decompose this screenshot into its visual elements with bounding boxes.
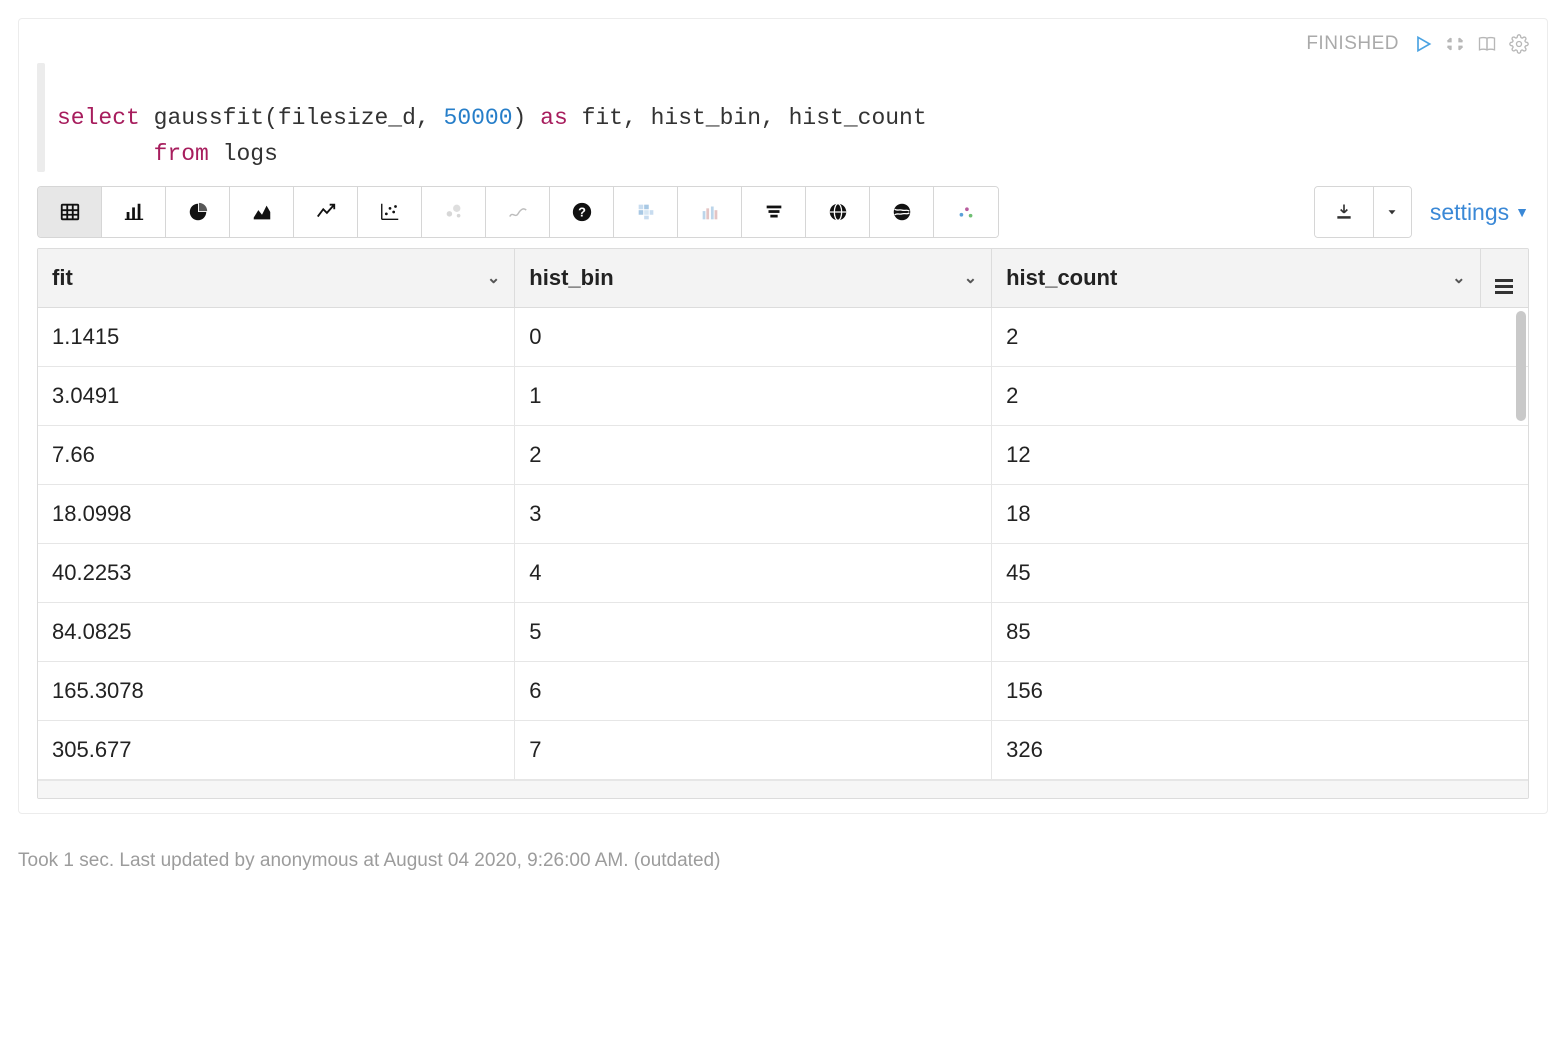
viz-bar-button[interactable]: [102, 187, 166, 237]
cell: 305.677: [38, 721, 515, 780]
horizontal-scrollbar[interactable]: [38, 780, 1528, 798]
column-label: fit: [52, 265, 73, 290]
viz-scatter-button[interactable]: [358, 187, 422, 237]
column-header-hist-count[interactable]: hist_count ⌄: [992, 249, 1480, 308]
settings-link[interactable]: settings ▼: [1430, 199, 1529, 226]
cell: 7.66: [38, 426, 515, 485]
table-row: 305.6777326: [38, 721, 1528, 780]
cell: 165.3078: [38, 662, 515, 721]
table-row: 84.0825585: [38, 603, 1528, 662]
hamburger-icon: [1481, 279, 1529, 294]
table-header-row: fit ⌄ hist_bin ⌄ hist_count ⌄: [38, 249, 1528, 308]
column-header-hist-bin[interactable]: hist_bin ⌄: [515, 249, 992, 308]
viz-cluster-button[interactable]: [934, 187, 998, 237]
cell: 2: [992, 367, 1528, 426]
cell: 45: [992, 544, 1528, 603]
viz-pie-button[interactable]: [166, 187, 230, 237]
table-row: 1.141502: [38, 308, 1528, 367]
table-row: 7.66212: [38, 426, 1528, 485]
viz-trend-button[interactable]: [486, 187, 550, 237]
cell: 156: [992, 662, 1528, 721]
download-group: [1314, 186, 1412, 238]
svg-text:?: ?: [578, 205, 586, 220]
result-toolbar: ?: [19, 186, 1547, 248]
sql-number: 50000: [444, 105, 513, 131]
result-table-wrap: fit⌄ hist_bin⌄ hist_count⌄ 1.141502 3.04…: [37, 248, 1529, 799]
sql-keyword: as: [540, 105, 568, 131]
viz-table-button[interactable]: [38, 187, 102, 237]
sql-keyword: select: [57, 105, 140, 131]
cell: 5: [515, 603, 992, 662]
cell: 0: [515, 308, 992, 367]
cell: 1: [515, 367, 992, 426]
cell: 3.0491: [38, 367, 515, 426]
cell: 7: [515, 721, 992, 780]
download-caret[interactable]: [1373, 187, 1411, 237]
chevron-down-icon: ⌄: [1452, 268, 1465, 288]
cell: 85: [992, 603, 1528, 662]
viz-type-group: ?: [37, 186, 999, 238]
status-label: FINISHED: [1306, 33, 1399, 55]
column-label: hist_count: [1006, 265, 1117, 290]
viz-heatmap-button[interactable]: [614, 187, 678, 237]
execution-info: Took 1 sec. Last updated by anonymous at…: [18, 814, 1548, 882]
notebook-paragraph: FINISHED: [18, 18, 1548, 814]
sql-alias: fit: [582, 105, 623, 131]
table-row: 18.0998318: [38, 485, 1528, 544]
viz-line-button[interactable]: [294, 187, 358, 237]
cell: 6: [515, 662, 992, 721]
sql-ident: hist_bin: [651, 105, 761, 131]
viz-globe-button[interactable]: [806, 187, 870, 237]
result-table: fit⌄ hist_bin⌄ hist_count⌄ 1.141502 3.04…: [38, 249, 1528, 780]
run-icon[interactable]: [1413, 34, 1433, 54]
cell: 84.0825: [38, 603, 515, 662]
cell: 40.2253: [38, 544, 515, 603]
chevron-down-icon: ⌄: [487, 268, 500, 288]
gear-icon[interactable]: [1509, 34, 1529, 54]
cell: 4: [515, 544, 992, 603]
cell: 2: [515, 426, 992, 485]
column-label: hist_bin: [529, 265, 613, 290]
cell: 18: [992, 485, 1528, 544]
cell: 1.1415: [38, 308, 515, 367]
viz-help-button[interactable]: ?: [550, 187, 614, 237]
sql-keyword: from: [154, 141, 209, 167]
settings-label: settings: [1430, 199, 1509, 226]
download-button[interactable]: [1315, 187, 1373, 237]
viz-funnel-button[interactable]: [742, 187, 806, 237]
paragraph-header: FINISHED: [19, 19, 1547, 55]
collapse-icon[interactable]: [1445, 34, 1465, 54]
column-header-fit[interactable]: fit ⌄: [38, 249, 515, 308]
cell: 18.0998: [38, 485, 515, 544]
chevron-down-icon: ▼: [1515, 204, 1529, 220]
code-editor[interactable]: select gaussfit(filesize_d, 50000) as fi…: [19, 55, 1547, 186]
sql-table: logs: [223, 141, 278, 167]
vertical-scrollbar[interactable]: [1516, 311, 1526, 421]
table-body: 1.141502 3.049112 7.66212 18.0998318 40.…: [38, 308, 1528, 780]
sql-ident: filesize_d: [278, 105, 416, 131]
header-controls: [1413, 34, 1529, 54]
table-row: 40.2253445: [38, 544, 1528, 603]
editor-gutter: [37, 63, 45, 172]
viz-globe2-button[interactable]: [870, 187, 934, 237]
sql-ident: hist_count: [789, 105, 927, 131]
book-icon[interactable]: [1477, 34, 1497, 54]
cell: 12: [992, 426, 1528, 485]
viz-area-button[interactable]: [230, 187, 294, 237]
cell: 2: [992, 308, 1528, 367]
cell: 3: [515, 485, 992, 544]
table-row: 3.049112: [38, 367, 1528, 426]
table-row: 165.30786156: [38, 662, 1528, 721]
cell: 326: [992, 721, 1528, 780]
viz-bubble-button[interactable]: [422, 187, 486, 237]
sql-function: gaussfit: [154, 105, 264, 131]
code-content: select gaussfit(filesize_d, 50000) as fi…: [57, 63, 927, 172]
table-menu-button[interactable]: [1480, 249, 1528, 308]
viz-multibar-button[interactable]: [678, 187, 742, 237]
chevron-down-icon: ⌄: [964, 268, 977, 288]
